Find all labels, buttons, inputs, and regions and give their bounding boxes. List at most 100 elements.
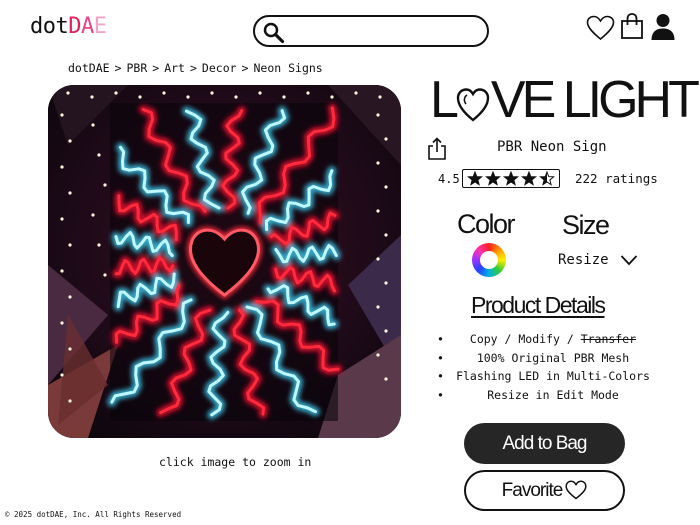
breadcrumb-item-pbr[interactable]: PBR	[126, 61, 147, 75]
add-to-bag-button[interactable]: Add to Bag	[464, 423, 625, 464]
heart-icon[interactable]	[586, 15, 615, 41]
string-light	[384, 329, 388, 333]
string-light	[384, 185, 388, 189]
feature-list: Copy / Modify / Transfer 100% Original P…	[437, 332, 655, 406]
search-icon[interactable]	[263, 22, 285, 44]
feature-text: Copy / Modify /	[469, 332, 581, 346]
string-light	[60, 113, 64, 117]
size-dropdown[interactable]: Resize	[558, 252, 638, 268]
chevron-down-icon	[620, 255, 638, 266]
string-light	[282, 95, 286, 99]
shopping-bag-icon[interactable]	[620, 12, 644, 40]
string-light	[138, 95, 142, 99]
string-light	[376, 113, 380, 117]
feature-item: Flashing LED in Multi-Colors	[437, 369, 655, 388]
string-light	[210, 91, 214, 95]
string-light	[91, 123, 95, 127]
star-1	[468, 172, 482, 185]
product-details-heading: Product Details	[471, 292, 606, 318]
breadcrumb: dotDAE > PBR > Art > Decor > Neon Signs	[68, 61, 323, 75]
favorite-label: Favorite	[501, 479, 564, 501]
logo-text-d: D	[68, 14, 81, 39]
breadcrumb-item-dotdae[interactable]: dotDAE	[68, 61, 110, 75]
breadcrumb-separator: >	[241, 61, 249, 75]
string-light	[103, 183, 107, 187]
star-2	[486, 172, 500, 185]
string-light	[354, 91, 358, 95]
string-light	[60, 269, 64, 273]
product-image[interactable]	[48, 85, 401, 438]
star-4	[522, 172, 536, 185]
string-light	[258, 91, 262, 95]
string-light	[376, 305, 380, 309]
ratings-count[interactable]: 222 ratings	[575, 171, 658, 186]
breadcrumb-item-decor[interactable]: Decor	[202, 61, 237, 75]
string-light	[60, 321, 64, 325]
string-light	[384, 137, 388, 141]
breadcrumb-item-art[interactable]: Art	[164, 61, 185, 75]
string-light	[68, 295, 72, 299]
zoom-hint: click image to zoom in	[159, 455, 312, 469]
product-title: L VE LIGHT	[430, 70, 700, 130]
color-label: Color	[457, 209, 516, 239]
footer-copyright: © 2025 dotDAE, Inc. All Rights Reserved	[5, 510, 182, 519]
user-icon[interactable]	[650, 13, 676, 41]
logo-text-e: E	[93, 14, 107, 39]
search-bar[interactable]	[253, 15, 489, 47]
string-light	[376, 353, 380, 357]
string-light	[378, 95, 382, 99]
feature-text: Flashing LED in Multi-Colors	[456, 369, 650, 383]
string-light	[60, 165, 64, 169]
breadcrumb-separator: >	[152, 61, 160, 75]
string-light	[68, 139, 72, 143]
string-light	[234, 95, 238, 99]
feature-text: 100% Original PBR Mesh	[476, 350, 630, 365]
breadcrumb-separator: >	[114, 61, 122, 75]
size-dropdown-value: Resize	[558, 252, 609, 268]
string-light	[60, 373, 64, 377]
share-icon[interactable]	[427, 137, 447, 161]
string-light	[114, 91, 118, 95]
color-picker[interactable]	[472, 243, 506, 277]
heart-icon	[565, 480, 587, 499]
star-3	[504, 172, 518, 185]
feature-item: Resize in Edit Mode	[437, 388, 655, 407]
string-light	[162, 91, 166, 95]
product-subtitle: PBR Neon Sign	[497, 139, 607, 155]
breadcrumb-separator: >	[189, 61, 197, 75]
string-light	[384, 233, 388, 237]
favorite-button[interactable]: Favorite	[464, 470, 625, 511]
add-to-bag-label: Add to Bag	[502, 432, 587, 454]
feature-text-strikethrough: Transfer	[580, 332, 637, 346]
string-light	[103, 273, 107, 277]
string-light	[60, 217, 64, 221]
string-light	[376, 257, 380, 261]
string-light	[330, 95, 334, 99]
neon-sign-artwork	[48, 85, 401, 438]
title-suffix: VE LIGHT	[490, 71, 700, 129]
string-light	[376, 161, 380, 165]
feature-text: Resize in Edit Mode	[487, 387, 619, 402]
star-rating-stars	[467, 171, 555, 186]
star-rating[interactable]	[462, 169, 560, 188]
string-light	[384, 377, 388, 381]
feature-item: Copy / Modify / Transfer	[437, 332, 655, 351]
string-light	[186, 95, 190, 99]
string-light	[66, 91, 70, 95]
string-light	[68, 243, 72, 247]
string-light	[376, 209, 380, 213]
feature-item: 100% Original PBR Mesh	[437, 351, 655, 370]
string-light	[384, 281, 388, 285]
string-light	[91, 213, 95, 217]
breadcrumb-item-neon-signs[interactable]: Neon Signs	[253, 61, 322, 75]
string-light	[306, 91, 310, 95]
rating-value: 4.5	[438, 172, 460, 186]
string-light	[97, 243, 101, 247]
logo-text-a: A	[81, 14, 94, 39]
string-light	[68, 347, 72, 351]
string-light	[68, 191, 72, 195]
title-prefix: L	[430, 71, 459, 129]
heart-o-icon	[456, 88, 490, 122]
logo[interactable]: dotDAE	[30, 14, 107, 39]
string-light	[68, 399, 72, 403]
